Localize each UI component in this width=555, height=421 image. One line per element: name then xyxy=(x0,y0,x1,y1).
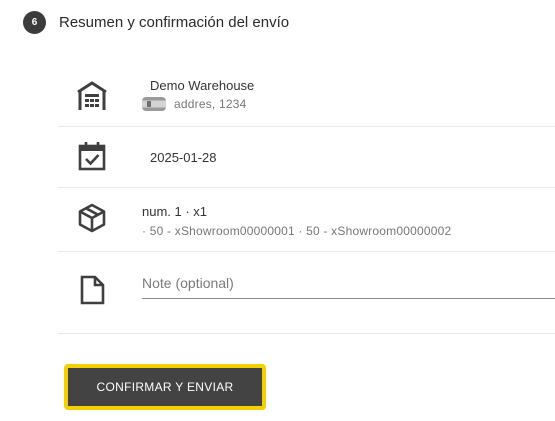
note-input[interactable] xyxy=(142,268,555,299)
step-header: 6 Resumen y confirmación del envío xyxy=(23,11,289,34)
date-row: 2025-01-28 xyxy=(58,127,555,188)
package-title: num. 1 · x1 xyxy=(142,204,208,219)
package-detail: · 50 - xShowroom00000001 · 50 - xShowroo… xyxy=(142,224,452,238)
warehouse-address: addres, 1234 xyxy=(174,97,247,111)
step-title: Resumen y confirmación del envío xyxy=(59,14,290,31)
warehouse-row: Demo Warehouse addres, 1234 xyxy=(58,62,555,127)
calendar-check-icon xyxy=(76,140,108,172)
spain-flag-icon xyxy=(142,97,166,111)
warehouse-name: Demo Warehouse xyxy=(150,78,255,93)
delivery-date: 2025-01-28 xyxy=(150,150,217,165)
confirm-and-send-button[interactable]: CONFIRMAR Y ENVIAR xyxy=(64,364,266,410)
step-number-badge: 6 xyxy=(23,11,46,34)
warehouse-icon xyxy=(76,80,108,112)
warehouse-address-line: addres, 1234 xyxy=(142,97,246,111)
document-icon xyxy=(76,274,108,306)
package-icon xyxy=(76,202,108,234)
package-row: num. 1 · x1 · 50 - xShowroom00000001 · 5… xyxy=(58,188,555,252)
note-row xyxy=(58,252,555,334)
